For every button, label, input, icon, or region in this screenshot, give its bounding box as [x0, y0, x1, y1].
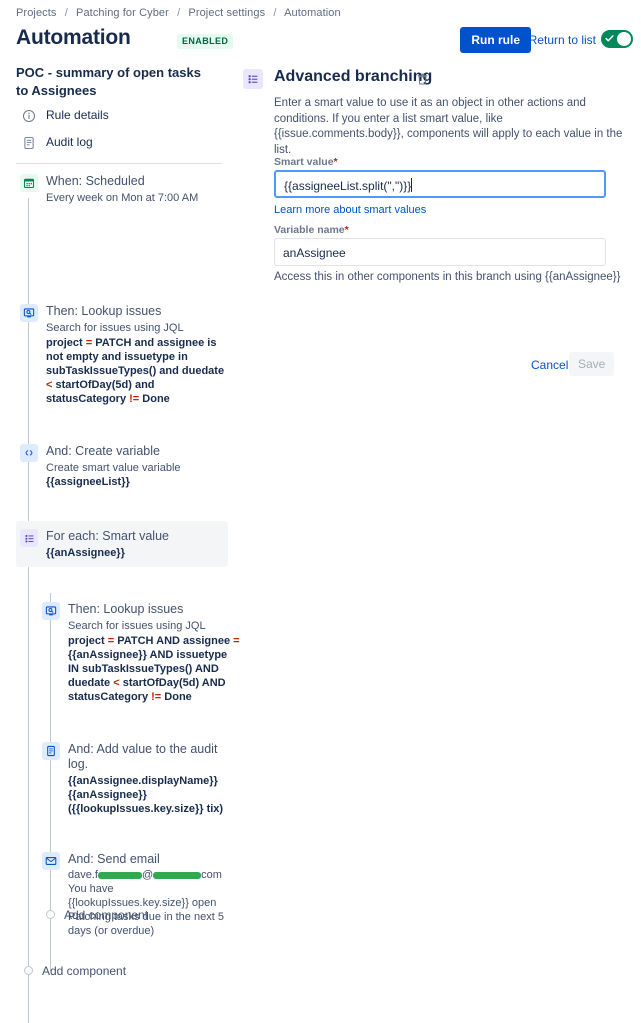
email-redaction-local: [97, 871, 142, 879]
status-badge: ENABLED: [177, 34, 234, 49]
lookup-issues-icon: [42, 602, 60, 620]
branching-icon: [20, 529, 38, 547]
email-at: @: [141, 869, 154, 881]
component-value: {{assigneeList}}: [46, 476, 130, 488]
check-icon: [605, 35, 614, 42]
jql-text: project: [68, 635, 108, 647]
smart-value-label: Smart value*: [274, 156, 338, 168]
page-title: Automation: [16, 26, 131, 49]
smart-value-input-text: {{assigneeList.split(",")}}: [284, 179, 412, 193]
add-component-label: Add component: [42, 964, 127, 978]
rule-name: POC - summary of open tasks to Assignees: [16, 65, 201, 98]
jql-text: Done: [161, 691, 192, 703]
component-subtitle: Create smart value variable: [46, 462, 181, 474]
required-asterisk: *: [344, 224, 349, 236]
email-suffix: com: [201, 869, 222, 881]
component-title: And: Add value to the audit log.: [68, 742, 218, 771]
component-detail-panel: Advanced branching Enter a smart value t…: [240, 58, 641, 999]
email-prefix: dave.f: [68, 869, 98, 881]
selected-component-highlight: [16, 521, 228, 567]
component-value: {{anAssignee.displayName}} {{anAssignee}…: [68, 775, 224, 815]
breadcrumb: Projects / Patching for Cyber / Project …: [16, 7, 341, 19]
breadcrumb-item-project[interactable]: Patching for Cyber: [76, 7, 169, 19]
jql-operator: !=: [151, 691, 162, 703]
jql-text: Done: [139, 393, 170, 405]
lookup-issues-icon: [20, 304, 38, 322]
component-subtitle: Every week on Mon at 7:00 AM: [46, 192, 199, 204]
sidebar-divider: [16, 163, 222, 164]
variable-name-help: Access this in other components in this …: [274, 271, 621, 283]
add-circle-icon: [24, 966, 33, 975]
component-subtitle: Search for issues using JQL: [46, 322, 184, 334]
component-title: When: Scheduled: [46, 174, 145, 188]
variable-name-input[interactable]: anAssignee: [274, 238, 606, 266]
add-circle-icon: [46, 910, 55, 919]
breadcrumb-separator: /: [64, 7, 68, 19]
save-button: Save: [569, 352, 615, 376]
learn-more-smart-values-link[interactable]: Learn more about smart values: [274, 204, 426, 216]
breadcrumb-item-projects[interactable]: Projects: [16, 7, 57, 19]
component-email: dave.f @ com: [68, 868, 243, 882]
audit-log-icon: [42, 742, 60, 760]
add-component-label: Add component: [64, 908, 149, 922]
cancel-button[interactable]: Cancel: [525, 354, 574, 376]
component-subtitle: Search for issues using JQL: [68, 620, 206, 632]
info-circle-icon: [23, 110, 35, 122]
variable-name-label: Variable name*: [274, 224, 349, 236]
sidebar-item-label: Audit log: [46, 135, 93, 149]
jql-text: project: [46, 337, 86, 349]
jql-operator: =: [233, 635, 240, 647]
breadcrumb-item-automation[interactable]: Automation: [284, 7, 341, 19]
component-value: {{anAssignee}}: [46, 547, 125, 559]
component-title: Then: Lookup issues: [46, 304, 162, 318]
detail-panel-title: Advanced branching: [274, 68, 433, 85]
email-icon: [42, 852, 60, 870]
component-jql: project = PATCH and assignee is not empt…: [46, 336, 226, 406]
email-redaction-domain: [153, 871, 202, 879]
document-icon: [24, 137, 34, 149]
branching-icon: [243, 69, 263, 89]
curly-braces-icon: [20, 444, 38, 462]
component-title: For each: Smart value: [46, 529, 169, 543]
rule-tree-panel: POC - summary of open tasks to Assignees…: [0, 58, 240, 1023]
component-jql: project = PATCH AND assignee = {{anAssig…: [68, 634, 240, 704]
trash-icon[interactable]: [416, 72, 429, 86]
component-title: And: Create variable: [46, 444, 160, 458]
rule-enabled-toggle[interactable]: [601, 30, 633, 48]
sidebar-item-label: Rule details: [46, 108, 109, 122]
component-title: Then: Lookup issues: [68, 602, 184, 616]
component-title: And: Send email: [68, 852, 160, 866]
jql-operator: !=: [129, 393, 140, 405]
text-caret: [411, 178, 413, 192]
return-to-list-link[interactable]: Return to list: [529, 33, 596, 47]
required-asterisk: *: [333, 156, 338, 168]
breadcrumb-separator: /: [177, 7, 181, 19]
toggle-knob: [617, 32, 631, 46]
detail-panel-description: Enter a smart value to use it as an obje…: [274, 97, 623, 156]
breadcrumb-separator: /: [273, 7, 277, 19]
run-rule-button[interactable]: Run rule: [460, 27, 531, 53]
smart-value-input[interactable]: {{assigneeList.split(",")}}: [274, 170, 606, 198]
jql-text: PATCH AND assignee: [114, 635, 234, 647]
calendar-icon: [20, 174, 38, 192]
breadcrumb-item-project-settings[interactable]: Project settings: [188, 7, 265, 19]
